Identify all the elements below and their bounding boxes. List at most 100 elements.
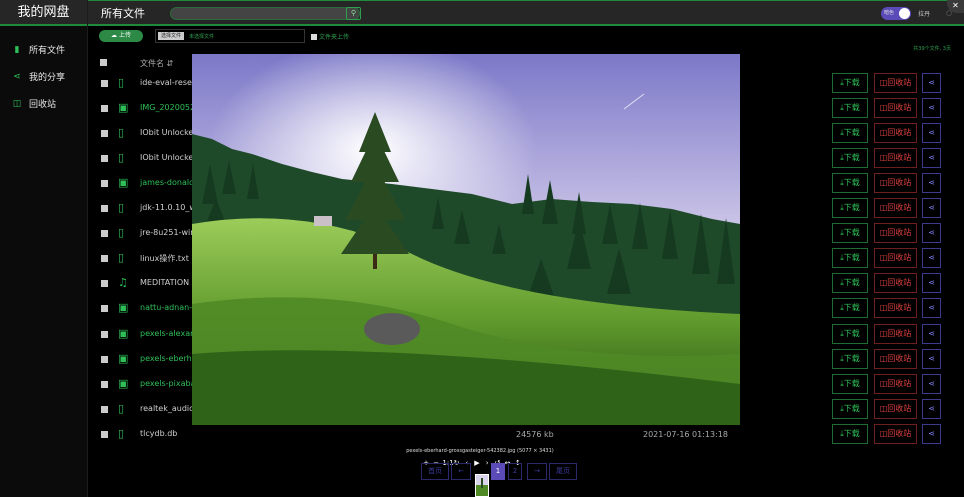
file-name[interactable]: nattu-adnan-u	[140, 303, 197, 312]
next-page-button[interactable]: →	[527, 463, 547, 480]
file-name[interactable]: jdk-11.0.10_wi	[140, 203, 198, 212]
sidebar-item-my-share[interactable]: ⋖ 我的分享	[0, 63, 87, 90]
first-page-button[interactable]: 首页	[421, 463, 449, 480]
viewer-thumbnail[interactable]	[475, 474, 489, 497]
recycle-button[interactable]: ◫回收站	[874, 123, 917, 144]
upload-button[interactable]: ☁ 上传	[99, 30, 143, 42]
file-code-icon: ▯	[118, 76, 125, 89]
download-button[interactable]: ⤓下载	[832, 148, 868, 169]
theme-toggle[interactable]: 暗色	[881, 7, 911, 20]
recycle-button[interactable]: ◫回收站	[874, 223, 917, 244]
recycle-button[interactable]: ◫回收站	[874, 298, 917, 319]
cloud-upload-icon: ☁	[111, 32, 118, 39]
file-name[interactable]: tlcydb.db	[140, 429, 177, 438]
download-button[interactable]: ⤓下载	[832, 398, 868, 419]
brand-title: 我的网盘	[0, 0, 87, 26]
share-button[interactable]: ⋖	[922, 223, 941, 244]
recycle-button[interactable]: ◫回收站	[874, 273, 917, 294]
recycle-button[interactable]: ◫回收站	[874, 423, 917, 444]
file-name[interactable]: MEDITATION	[140, 278, 189, 287]
file-name[interactable]: pexels-eberhar	[140, 354, 200, 363]
row-checkbox[interactable]	[101, 180, 108, 188]
recycle-button[interactable]: ◫回收站	[874, 348, 917, 369]
recycle-button[interactable]: ◫回收站	[874, 73, 917, 93]
row-checkbox[interactable]	[101, 405, 108, 413]
share-button[interactable]: ⋖	[922, 298, 941, 319]
share-button[interactable]: ⋖	[922, 148, 941, 169]
download-button[interactable]: ⤓下载	[832, 73, 868, 93]
row-checkbox[interactable]	[101, 430, 108, 438]
share-button[interactable]: ⋖	[922, 73, 941, 93]
last-page-button[interactable]: 尾页	[549, 463, 577, 480]
file-picker[interactable]: 选择文件 未选择文件	[155, 29, 305, 43]
share-button[interactable]: ⋖	[922, 398, 941, 419]
sidebar-item-recycle-bin[interactable]: ◫ 回收站	[0, 90, 87, 117]
download-button[interactable]: ⤓下载	[832, 123, 868, 144]
share-button[interactable]: ⋖	[922, 173, 941, 194]
row-checkbox[interactable]	[101, 130, 108, 138]
row-checkbox[interactable]	[101, 230, 108, 238]
recycle-button[interactable]: ◫回收站	[874, 323, 917, 344]
download-button[interactable]: ⤓下载	[832, 273, 868, 294]
page-1-button[interactable]: 1	[491, 463, 505, 480]
row-checkbox[interactable]	[101, 355, 108, 363]
download-button[interactable]: ⤓下载	[832, 248, 868, 269]
image-viewer[interactable]	[192, 54, 740, 425]
download-button[interactable]: ⤓下载	[832, 373, 868, 394]
download-button[interactable]: ⤓下载	[832, 348, 868, 369]
recycle-button[interactable]: ◫回收站	[874, 173, 917, 194]
name-column-header[interactable]: 文件名 ⇵	[140, 58, 173, 69]
recycle-button[interactable]: ◫回收站	[874, 373, 917, 394]
row-checkbox[interactable]	[101, 255, 108, 263]
folder-upload-checkbox[interactable]: 文件夹上传	[311, 32, 349, 41]
choose-file-button[interactable]: 选择文件	[158, 32, 185, 40]
share-button[interactable]: ⋖	[922, 323, 941, 344]
download-button[interactable]: ⤓下载	[832, 198, 868, 219]
recycle-button[interactable]: ◫回收站	[874, 98, 917, 119]
file-name[interactable]: IObit Unlocker	[140, 128, 197, 137]
download-button[interactable]: ⤓下载	[832, 298, 868, 319]
download-button[interactable]: ⤓下载	[832, 173, 868, 194]
download-button[interactable]: ⤓下载	[832, 98, 868, 119]
checkbox[interactable]	[311, 34, 317, 40]
sidebar-item-all-files[interactable]: ▮ 所有文件	[0, 36, 87, 63]
search-input[interactable]	[170, 7, 360, 20]
share-button[interactable]: ⋖	[922, 248, 941, 269]
row-checkbox[interactable]	[101, 155, 108, 163]
recycle-button[interactable]: ◫回收站	[874, 398, 917, 419]
file-name[interactable]: pexels-alexan	[140, 329, 195, 338]
search-button[interactable]: ⚲	[346, 7, 361, 20]
share-button[interactable]: ⋖	[922, 198, 941, 219]
close-icon: ✕	[952, 1, 959, 10]
row-checkbox[interactable]	[101, 280, 108, 288]
share-button[interactable]: ⋖	[922, 123, 941, 144]
row-checkbox[interactable]	[101, 380, 108, 388]
file-name[interactable]: realtek_audio_	[140, 404, 198, 413]
share-button[interactable]: ⋖	[922, 273, 941, 294]
share-button[interactable]: ⋖	[922, 423, 941, 444]
row-checkbox[interactable]	[101, 105, 108, 113]
recycle-button[interactable]: ◫回收站	[874, 148, 917, 169]
prev-page-button[interactable]: ←	[451, 463, 471, 480]
select-all-checkbox[interactable]	[100, 59, 107, 66]
image-icon: ▣	[118, 301, 129, 315]
download-button[interactable]: ⤓下载	[832, 423, 868, 444]
row-checkbox[interactable]	[101, 330, 108, 338]
download-button[interactable]: ⤓下载	[832, 323, 868, 344]
image-icon: ▣	[118, 326, 129, 340]
page-2-button[interactable]: 2	[508, 463, 522, 480]
row-checkbox[interactable]	[101, 205, 108, 213]
recycle-button[interactable]: ◫回收站	[874, 198, 917, 219]
file-name[interactable]: linux操作.txt	[140, 253, 189, 264]
recycle-button[interactable]: ◫回收站	[874, 248, 917, 269]
play-icon[interactable]: ▶	[473, 459, 481, 467]
row-checkbox[interactable]	[101, 80, 108, 87]
share-button[interactable]: ⋖	[922, 373, 941, 394]
text-file-icon: ▯	[118, 251, 125, 265]
share-button[interactable]: ⋖	[922, 98, 941, 119]
next-image-icon[interactable]: ›	[483, 459, 491, 467]
share-button[interactable]: ⋖	[922, 348, 941, 369]
download-button[interactable]: ⤓下载	[832, 223, 868, 244]
file-name[interactable]: IObit Unlocker	[140, 153, 197, 162]
row-checkbox[interactable]	[101, 305, 108, 313]
